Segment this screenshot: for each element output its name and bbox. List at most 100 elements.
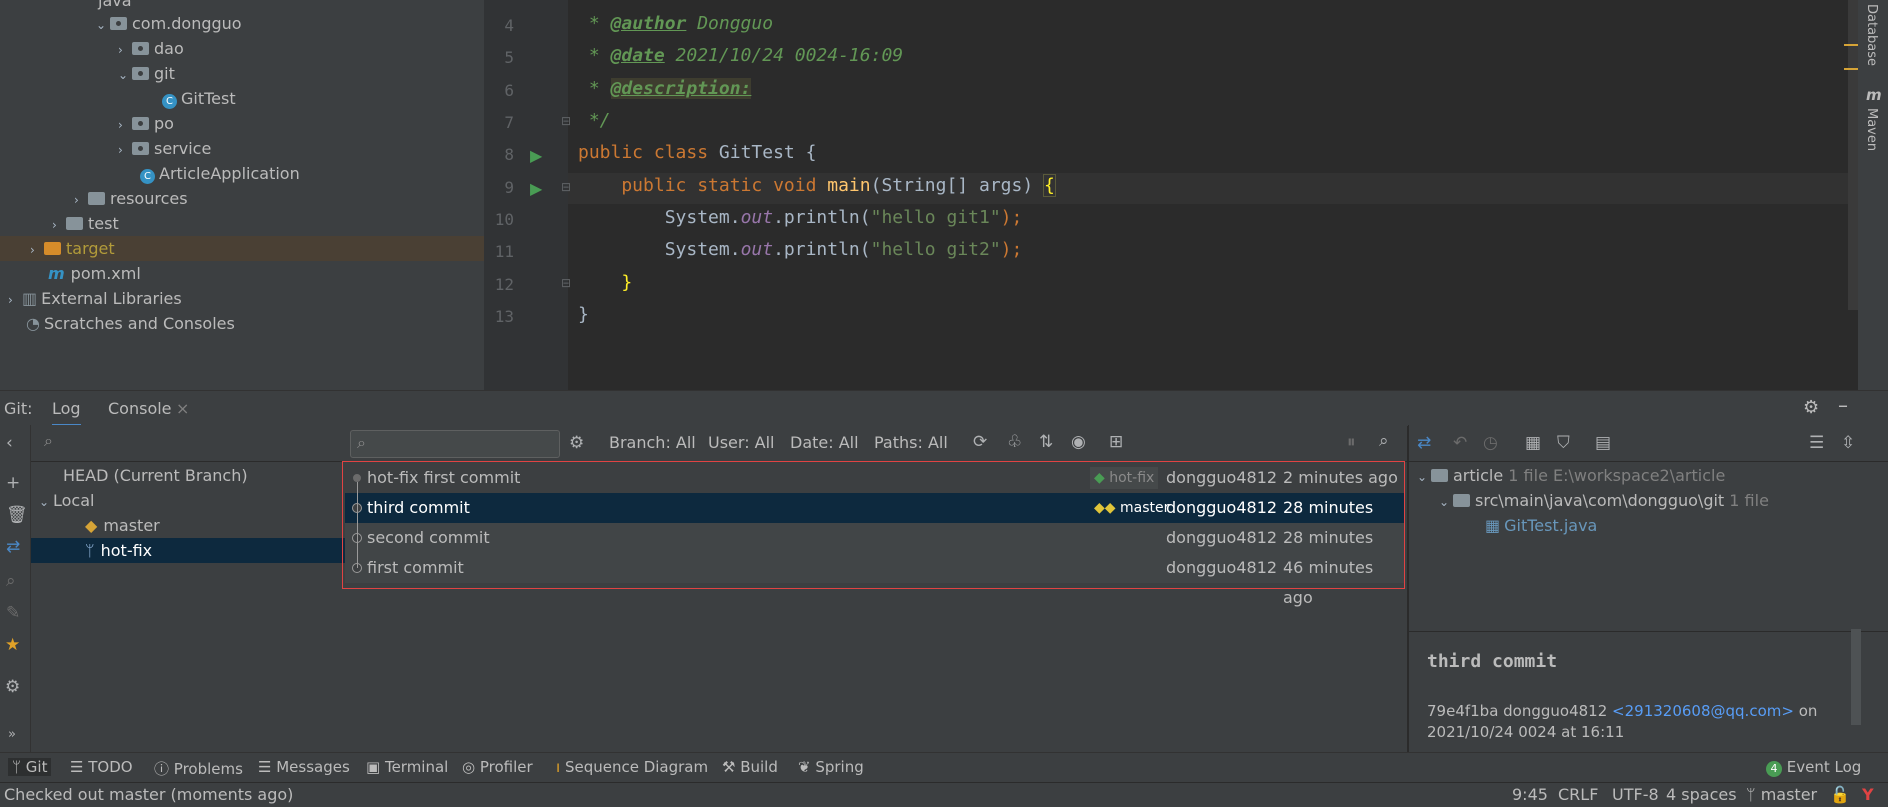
build-tool-button[interactable]: ⚒ Build [722,758,778,776]
branch-master[interactable]: ◆ master [85,513,160,538]
collapse-all-icon[interactable]: ⇳ [1841,433,1855,453]
chevron-down-icon[interactable]: ⌄ [1417,465,1431,490]
tree-item-external-libraries[interactable]: › ▥ External Libraries [8,286,182,311]
line-separator[interactable]: CRLF [1558,785,1598,804]
problems-tool-button[interactable]: ⓘ Problems [154,758,243,779]
revert-icon[interactable]: ↶ [1453,433,1467,453]
paths-filter[interactable]: Paths: All [874,433,948,452]
todo-tool-button[interactable]: ☰ TODO [70,758,133,776]
tree-item-gittest[interactable]: C GitTest [162,86,236,111]
file-encoding[interactable]: UTF-8 [1612,785,1659,804]
edit-icon[interactable]: ✎ [6,603,20,623]
messages-tool-button[interactable]: ☰ Messages [258,758,350,776]
branch-search-input[interactable]: ⌕ [40,429,336,455]
chevron-right-icon[interactable]: › [118,113,132,138]
lock-icon[interactable]: 🔓 [1830,785,1850,804]
chevron-right-icon[interactable]: › [52,213,66,238]
compare-icon[interactable]: ⇄ [1417,433,1431,453]
chevron-right-icon[interactable]: › [30,238,44,263]
refresh-icon[interactable]: ⟳ [973,432,987,452]
star-icon[interactable]: ★ [5,635,20,655]
caret-position[interactable]: 9:45 [1512,785,1548,804]
plugin-icon[interactable]: Y [1862,785,1874,804]
tree-item-resources[interactable]: › resources [74,186,188,211]
tree-item-git[interactable]: ⌄ git [118,61,175,86]
changed-file[interactable]: ▦ GitTest.java [1485,513,1597,538]
spring-tool-button[interactable]: ❦ Spring [798,758,864,776]
local-label: Local [53,491,95,510]
tree-item-pom-xml[interactable]: m pom.xml [48,261,141,286]
pause-icon[interactable]: ⏸ [1347,432,1356,452]
date-filter[interactable]: Date: All [790,433,859,452]
code-token: out [740,207,774,228]
run-class-icon[interactable]: ▶ [530,146,542,165]
database-tool-button[interactable]: Database [1864,4,1879,66]
minimize-icon[interactable]: – [1838,393,1848,417]
tree-item-service[interactable]: › service [118,136,211,161]
back-arrow-icon[interactable]: ‹ [6,433,13,453]
profiler-tool-button[interactable]: ◎ Profiler [462,758,533,776]
search-icon[interactable]: ⌕ [6,571,16,591]
eye-icon[interactable]: ◉ [1071,432,1086,452]
chevron-right-icon[interactable]: › [74,188,88,213]
close-tab-icon[interactable]: × [176,399,189,418]
tree-item-po[interactable]: › po [118,111,174,136]
changes-root[interactable]: ⌄ article 1 file E:\workspace2\article [1417,463,1725,488]
git-branch-widget[interactable]: ᛘ master [1746,785,1817,804]
editor-scrollbar[interactable] [1848,0,1858,310]
fold-icon[interactable]: ⊟ [561,180,571,194]
indent-setting[interactable]: 4 spaces [1666,785,1737,804]
tree-item-articleapplication[interactable]: C ArticleApplication [140,161,300,186]
compare-icon[interactable]: ⇄ [6,537,20,557]
branch-hot-fix[interactable]: ᛘ hot-fix [31,538,347,563]
group-by-icon[interactable]: ▦ [1525,433,1541,453]
delete-icon[interactable]: 🗑 [6,505,28,525]
gear-icon[interactable]: ⚙ [1803,397,1819,418]
commit-email-link[interactable]: <291320608@qq.com> [1612,702,1794,720]
local-branches-node[interactable]: ⌄ Local [39,488,94,513]
new-tab-icon[interactable]: ⊞ [1109,432,1123,452]
event-log-button[interactable]: 4 Event Log [1766,758,1861,777]
log-search-input[interactable]: ⌕ [350,430,560,458]
gear-icon[interactable]: ⚙ [569,433,584,453]
history-icon[interactable]: ◷ [1483,433,1498,453]
expand-all-icon[interactable]: ☰ [1809,433,1824,453]
tree-item-scratches[interactable]: ◔ Scratches and Consoles [26,311,235,336]
tab-log[interactable]: Log [52,399,81,427]
chevron-down-icon[interactable]: ⌄ [118,63,132,88]
terminal-tool-button[interactable]: ▣ Terminal [366,758,448,776]
tree-item-dao[interactable]: › dao [118,36,184,61]
status-message[interactable]: Checked out master (moments ago) [4,785,293,804]
user-filter[interactable]: User: All [708,433,775,452]
expand-icon[interactable]: » [8,727,16,742]
tree-item-com-dongguo[interactable]: ⌄ com.dongguo [96,11,242,36]
filter-icon[interactable]: ⛉ [1557,433,1570,453]
chevron-right-icon[interactable]: › [118,38,132,63]
chevron-down-icon[interactable]: ⌄ [1439,490,1453,515]
head-current-branch[interactable]: HEAD (Current Branch) [63,463,248,488]
code-token: .println( [773,239,871,260]
add-icon[interactable]: + [6,473,20,493]
chevron-right-icon[interactable]: › [118,138,132,163]
code-token: { [1043,174,1056,197]
changes-path[interactable]: ⌄ src\main\java\com\dongguo\git 1 file [1439,488,1769,513]
git-tool-button[interactable]: ᛘ Git [8,758,52,776]
layout-icon[interactable]: ▤ [1595,433,1611,453]
run-main-icon[interactable]: ▶ [530,179,542,198]
sort-icon[interactable]: ⇅ [1039,432,1053,452]
chevron-down-icon[interactable]: ⌄ [39,490,53,515]
cherry-pick-icon[interactable]: ♧ [1007,432,1022,452]
fold-icon[interactable]: ⊟ [561,114,571,128]
details-scrollbar[interactable] [1851,629,1861,725]
search-icon[interactable]: ⌕ [1379,431,1389,451]
settings-icon[interactable]: ⚙ [5,677,20,697]
tab-console[interactable]: Console [108,399,172,418]
branch-filter[interactable]: Branch: All [609,433,696,452]
maven-tool-button[interactable]: Maven [1864,108,1879,151]
fold-icon[interactable]: ⊟ [561,276,571,290]
tree-item-test[interactable]: › test [52,211,119,236]
chevron-right-icon[interactable]: › [8,288,22,313]
chevron-down-icon[interactable]: ⌄ [96,13,110,38]
sequence-diagram-tool-button[interactable]: ı Sequence Diagram [556,758,708,776]
tree-item-target[interactable]: › target [0,236,484,261]
